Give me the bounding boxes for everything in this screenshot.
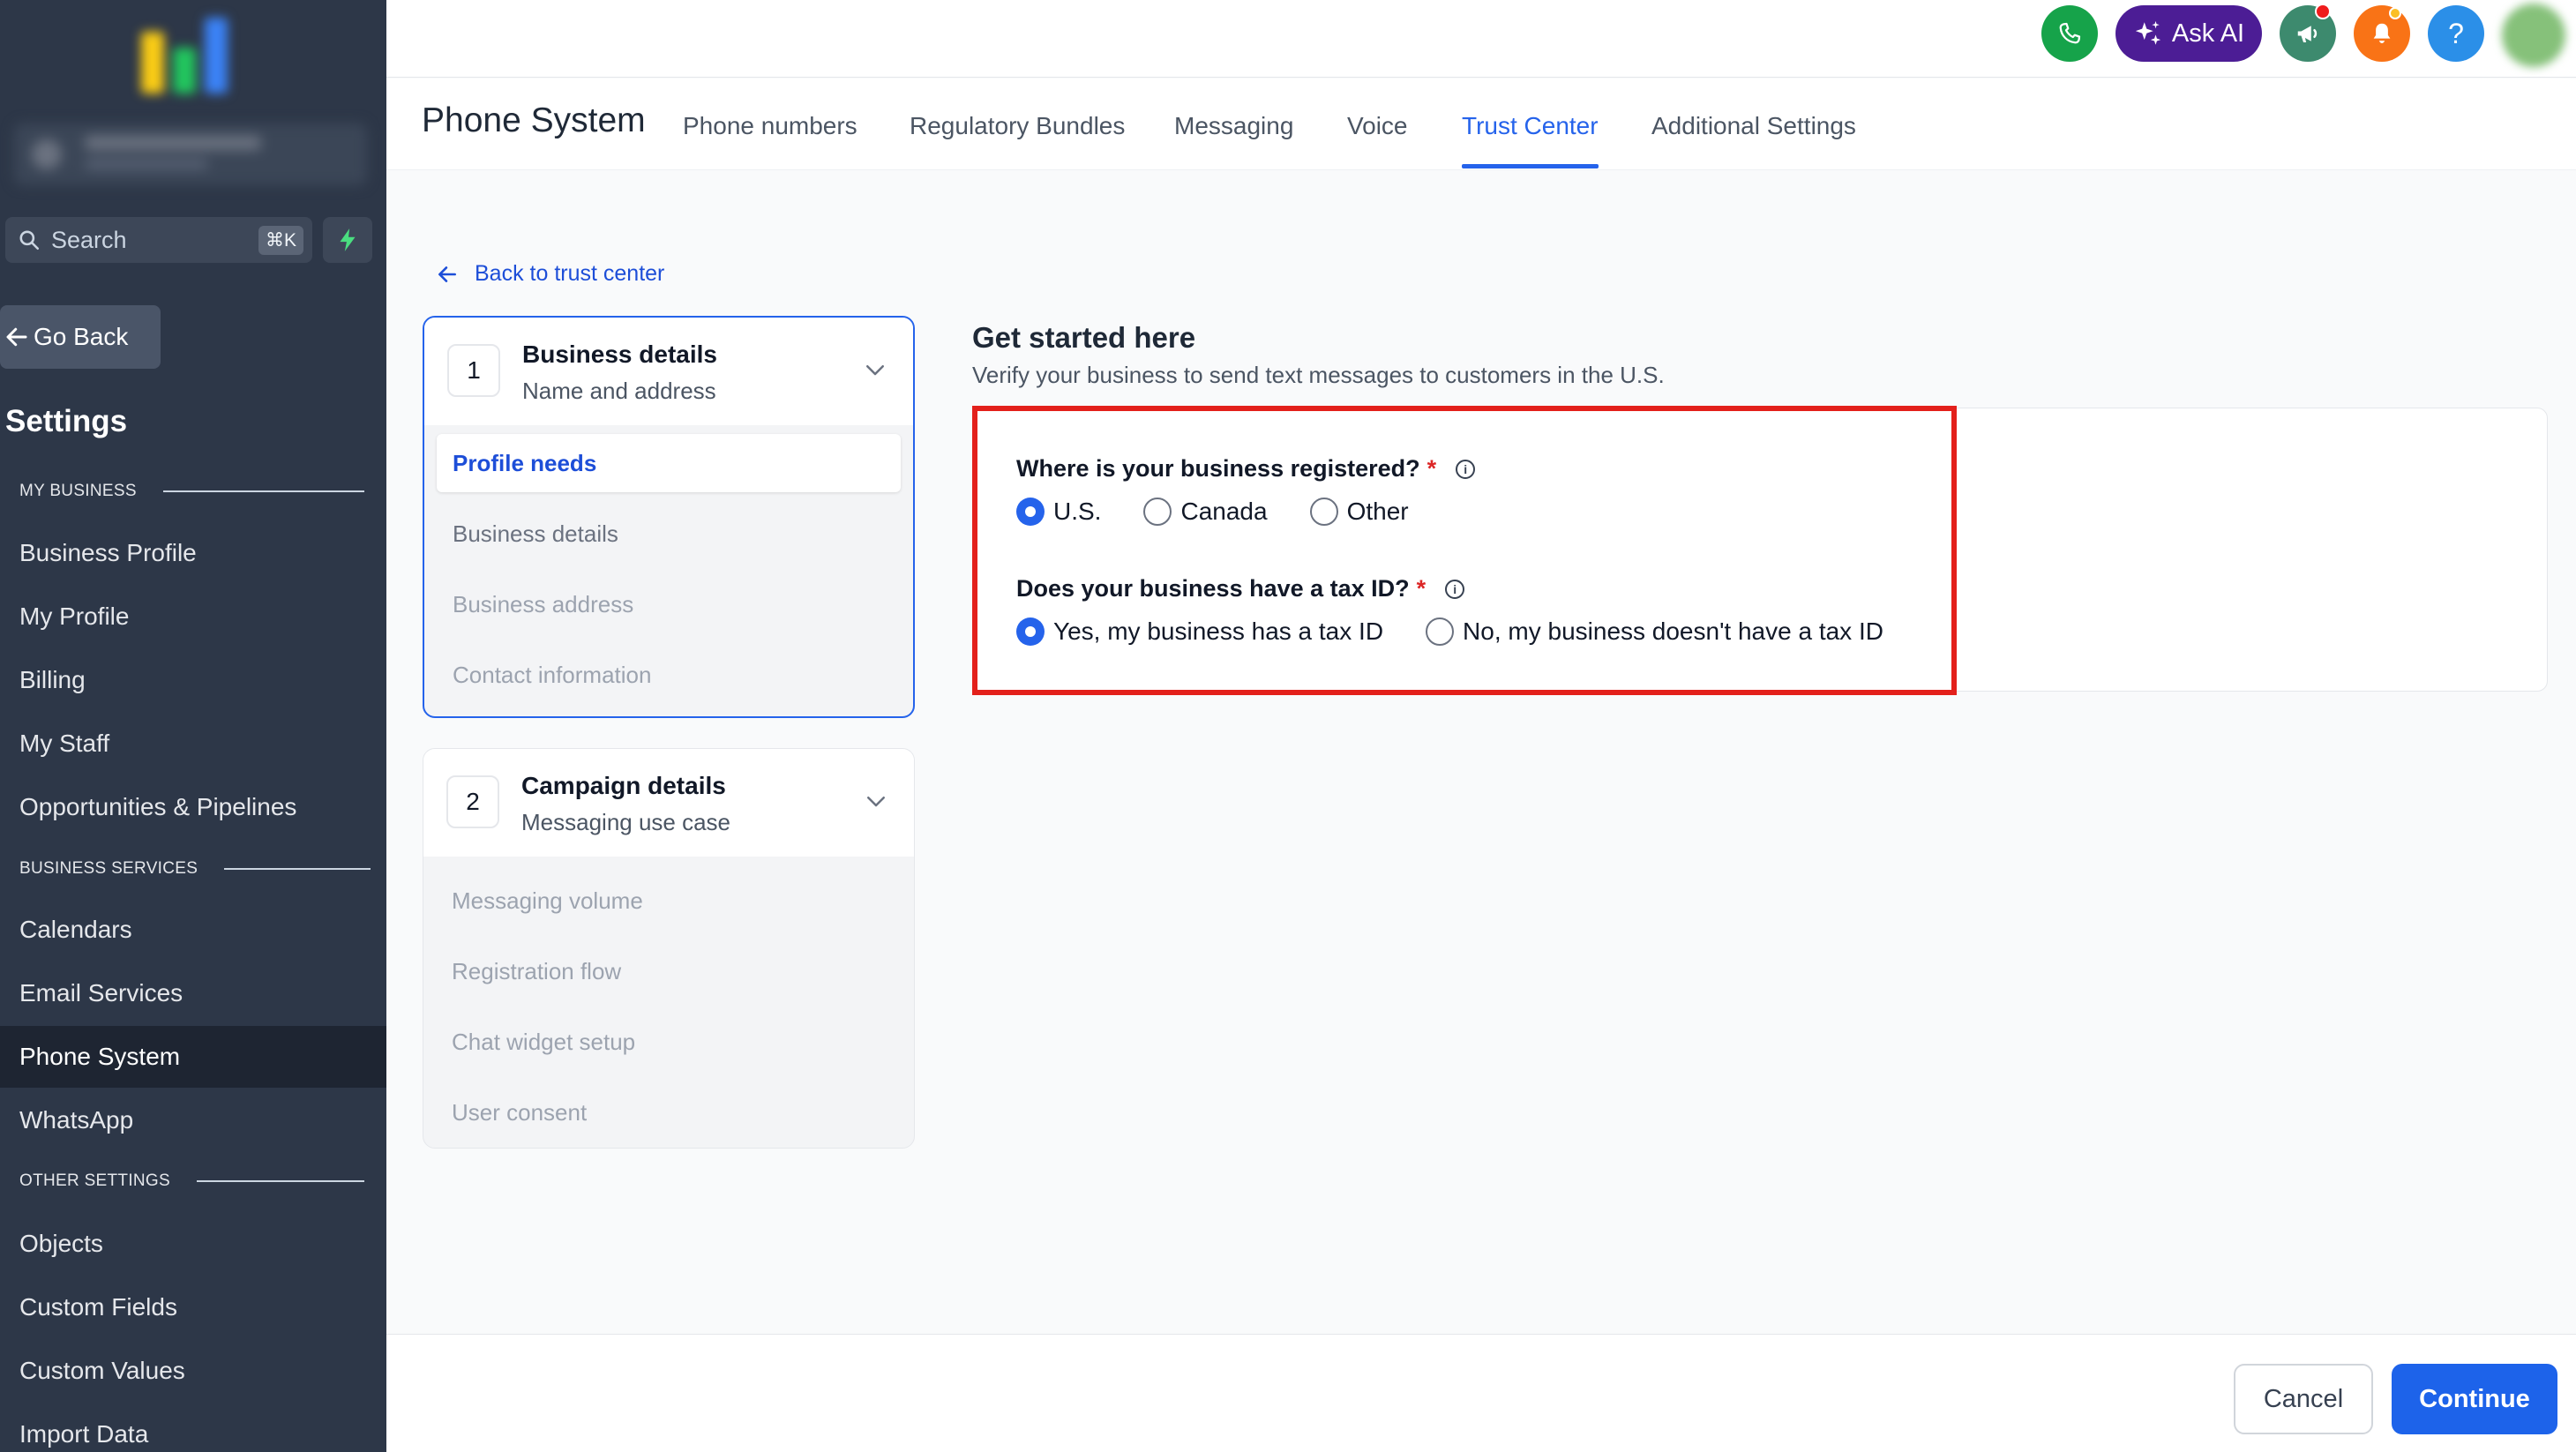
sidebar-item-label: Business Profile [19,539,197,566]
chevron-down-icon [867,797,885,807]
step-subtitle: Name and address [522,378,716,404]
substep-business-address: Business address [453,590,634,617]
substep-chat-widget-setup: Chat widget setup [452,1028,636,1055]
search-input[interactable]: Search ⌘K [5,217,312,263]
sidebar-item-label: WhatsApp [19,1106,134,1134]
divider [224,868,371,870]
go-back-button[interactable]: Go Back [0,305,161,369]
settings-title: Settings [5,404,128,438]
sidebar-item-label: Custom Fields [19,1293,177,1321]
step-header[interactable]: 2 Campaign details Messaging use case [423,749,914,857]
step-header[interactable]: 1 Business details Name and address [424,318,913,425]
sidebar: Search ⌘K Go Back Settings MY BUSINESS B… [0,0,386,1452]
notification-dot [2315,4,2331,19]
quick-actions-button[interactable] [323,217,372,263]
help-button[interactable]: ? [2428,5,2484,62]
tab-trust-center[interactable]: Trust Center [1462,112,1599,140]
sidebar-item-email-services[interactable]: Email Services [0,962,386,1024]
sidebar-item-label: Phone System [19,1043,181,1070]
tab-voice[interactable]: Voice [1347,112,1408,140]
sidebar-item-objects[interactable]: Objects [0,1213,386,1275]
search-shortcut: ⌘K [258,225,303,255]
ask-ai-button[interactable]: Ask AI [2115,5,2262,62]
chevron-down-icon [866,365,884,376]
step-number: 2 [446,775,499,828]
ask-ai-label: Ask AI [2171,19,2245,48]
section-label: BUSINESS SERVICES [19,859,198,878]
sidebar-item-label: My Staff [19,730,110,757]
divider [197,1180,364,1182]
sidebar-item-custom-values[interactable]: Custom Values [0,1340,386,1402]
substep-profile-needs[interactable]: Profile needs [437,434,901,492]
arrow-left-icon [438,266,456,282]
sparkle-icon [2135,20,2161,45]
sidebar-item-my-profile[interactable]: My Profile [0,586,386,647]
substep-contact-information: Contact information [453,661,652,688]
sidebar-item-label: My Profile [19,603,130,630]
sidebar-item-my-staff[interactable]: My Staff [0,713,386,775]
step-card-campaign-details: 2 Campaign details Messaging use case Me… [423,748,915,1149]
sidebar-item-label: Custom Values [19,1357,185,1384]
substep-user-consent: User consent [452,1098,588,1126]
section-label: OTHER SETTINGS [19,1171,170,1190]
phone-system-header: Phone System Phone numbers Regulatory Bu… [386,79,2576,170]
back-to-trust-center-link[interactable]: Back to trust center [436,261,664,287]
notifications-button[interactable] [2354,5,2410,62]
arrow-left-icon [6,327,27,347]
active-tab-indicator [1462,164,1599,168]
highlight-annotation-box [972,406,1957,695]
sidebar-item-label: Objects [19,1230,103,1257]
back-link-label: Back to trust center [475,261,665,286]
sidebar-item-label: Email Services [19,979,183,1007]
go-back-label: Go Back [34,323,129,350]
notification-dot [2389,7,2401,19]
continue-button[interactable]: Continue [2392,1364,2557,1434]
section-my-business: MY BUSINESS [19,482,364,501]
sidebar-item-opportunities[interactable]: Opportunities & Pipelines [0,776,386,838]
app-logo [141,12,229,94]
bell-icon [2373,23,2391,43]
search-icon [19,230,40,251]
section-other-settings: OTHER SETTINGS [19,1171,364,1191]
substep-business-details[interactable]: Business details [424,498,913,569]
step-title: Business details [522,341,717,368]
help-icon: ? [2448,17,2464,49]
tab-phone-numbers[interactable]: Phone numbers [683,112,857,140]
sidebar-item-whatsapp[interactable]: WhatsApp [0,1089,386,1151]
get-started-title: Get started here [972,321,1196,354]
page-title: Phone System [422,101,646,139]
phone-button[interactable] [2041,5,2098,62]
sidebar-item-import-data[interactable]: Import Data [0,1403,386,1452]
megaphone-icon [2297,26,2318,42]
sidebar-item-business-profile[interactable]: Business Profile [0,522,386,584]
sidebar-item-billing[interactable]: Billing [0,649,386,711]
user-avatar[interactable] [2502,4,2565,67]
sidebar-item-label: Billing [19,666,86,693]
phone-icon [2059,22,2081,44]
search-placeholder: Search [51,226,127,253]
tab-messaging[interactable]: Messaging [1174,112,1293,140]
step-number: 1 [447,344,500,397]
sidebar-item-label: Calendars [19,916,132,943]
lightning-icon [340,228,356,251]
sidebar-item-label: Opportunities & Pipelines [19,793,297,820]
step-subtitle: Messaging use case [521,809,731,835]
tab-additional-settings[interactable]: Additional Settings [1651,112,1856,140]
section-label: MY BUSINESS [19,482,137,500]
step-title: Campaign details [521,772,726,799]
divider [162,490,364,492]
tab-regulatory-bundles[interactable]: Regulatory Bundles [910,112,1125,140]
sidebar-item-phone-system[interactable]: Phone System [0,1026,386,1088]
substep-registration-flow: Registration flow [452,957,622,984]
step-card-business-details: 1 Business details Name and address Prof… [423,316,915,718]
sidebar-item-label: Import Data [19,1420,149,1448]
sidebar-item-custom-fields[interactable]: Custom Fields [0,1276,386,1338]
account-switcher[interactable] [14,123,367,185]
substep-messaging-volume: Messaging volume [452,887,643,914]
get-started-subtitle: Verify your business to send text messag… [972,362,1665,388]
sidebar-item-calendars[interactable]: Calendars [0,899,386,961]
cancel-button[interactable]: Cancel [2234,1364,2373,1434]
section-business-services: BUSINESS SERVICES [19,859,371,879]
